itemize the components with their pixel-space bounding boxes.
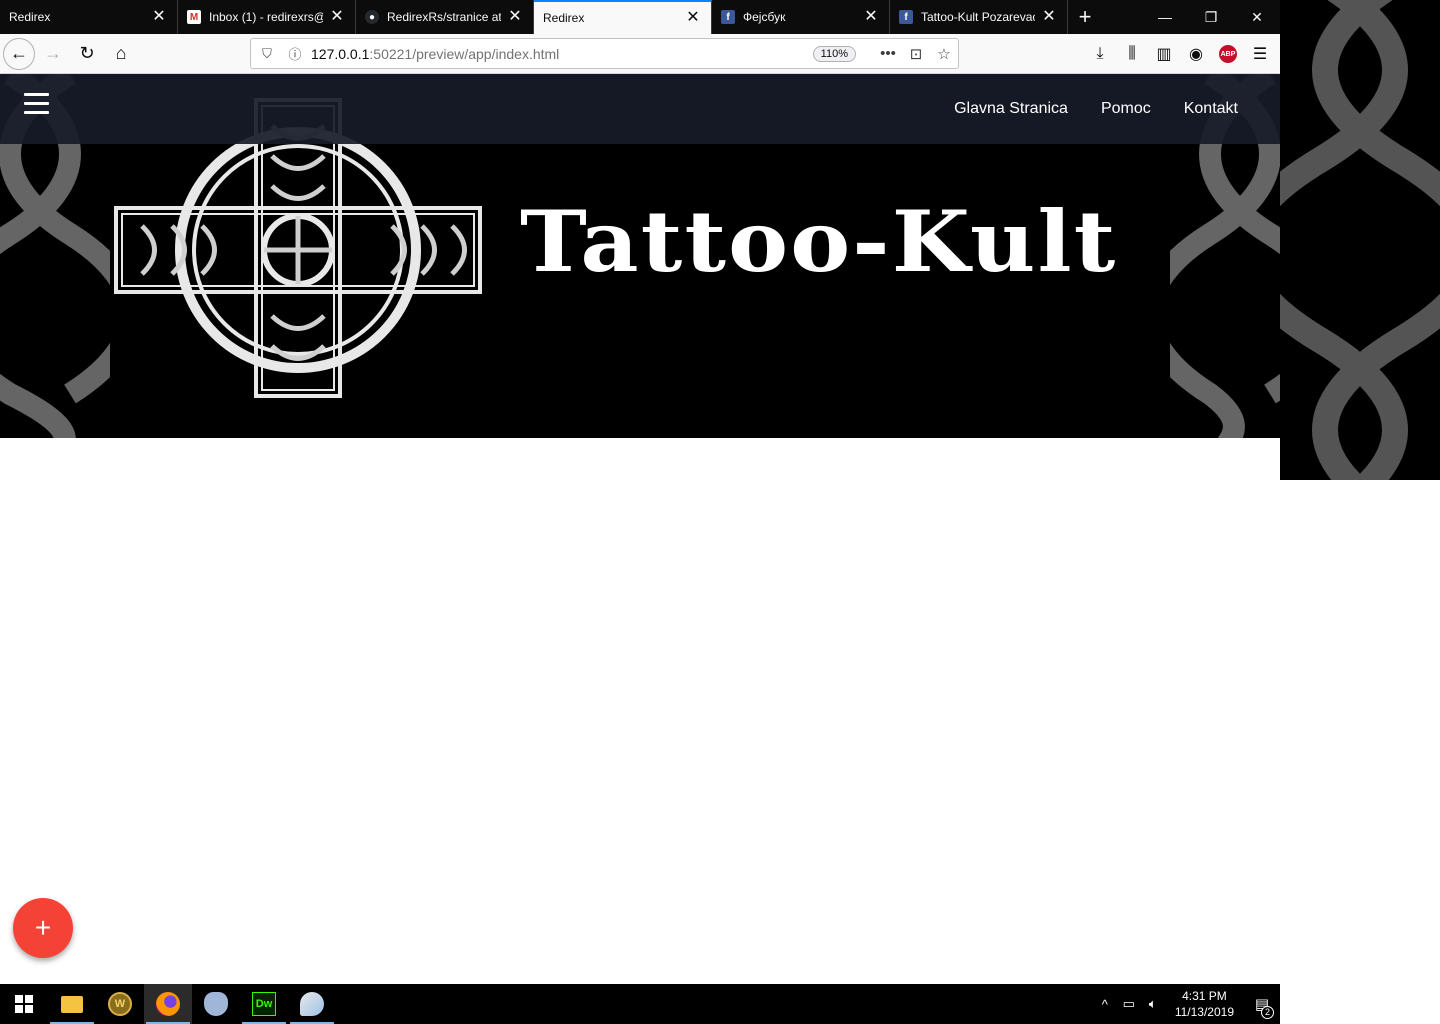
screen: Redirex ✕ M Inbox (1) - redirexrs@g ✕ ● … (0, 0, 1440, 1024)
tab-title: Фејсбук (743, 10, 786, 24)
downloads-icon[interactable]: ⤓ (1084, 38, 1116, 70)
file-explorer-icon[interactable] (48, 984, 96, 1024)
dreamweaver-icon[interactable]: Dw (240, 984, 288, 1024)
desktop-background-lower (1280, 480, 1440, 984)
tab-redirex-active[interactable]: Redirex ✕ (534, 0, 712, 34)
tab-tattoo-kult-facebook[interactable]: f Tattoo-Kult Pozarevac ✕ (890, 0, 1068, 34)
tab-facebook[interactable]: f Фејсбук ✕ (712, 0, 890, 34)
nav-link-home[interactable]: Glavna Stranica (954, 100, 1068, 118)
facebook-icon: f (721, 10, 735, 24)
clock-date: 11/13/2019 (1174, 1005, 1234, 1019)
toolbar-right: ⤓ ⫼ ▥ ◉ ABP ☰ (1084, 34, 1276, 74)
close-icon[interactable]: ✕ (685, 10, 701, 26)
zoom-level-badge[interactable]: 110% (812, 45, 856, 62)
tab-title: RedirexRs/stranice at r (387, 10, 501, 24)
site-info-icon[interactable]: ⓘ (283, 44, 307, 63)
minimize-icon[interactable]: — (1142, 0, 1188, 34)
bookmark-star-icon[interactable]: ☆ (930, 45, 958, 63)
tab-github[interactable]: ● RedirexRs/stranice at r ✕ (356, 0, 534, 34)
restore-icon[interactable]: ❐ (1188, 0, 1234, 34)
adblock-plus-icon[interactable]: ABP (1212, 38, 1244, 70)
new-tab-button[interactable]: + (1068, 0, 1102, 34)
tab-redirex-1[interactable]: Redirex ✕ (0, 0, 178, 34)
gmail-icon: M (187, 10, 201, 24)
close-icon[interactable]: ✕ (151, 9, 167, 25)
sidebar-icon[interactable]: ▥ (1148, 38, 1180, 70)
tab-title: Redirex (543, 11, 585, 25)
forward-icon[interactable]: → (37, 38, 69, 70)
close-icon[interactable]: ✕ (1041, 9, 1057, 25)
github-icon: ● (365, 10, 379, 24)
facebook-icon: f (899, 10, 913, 24)
nav-link-contact[interactable]: Kontakt (1184, 100, 1238, 118)
tab-title: Tattoo-Kult Pozarevac (921, 10, 1035, 24)
teamviewer-bear-icon[interactable] (192, 984, 240, 1024)
url-bar[interactable]: ⛉ ⓘ 127.0.0.1:50221/preview/app/index.ht… (250, 38, 959, 69)
action-center-icon[interactable]: ▤ 2 (1244, 995, 1280, 1019)
dreamweaver-label: Dw (252, 992, 276, 1016)
system-tray: ^ ▭ 🔈︎ 4:31 PM 11/13/2019 ▤ 2 (1093, 984, 1280, 1024)
desktop-background-corner (1280, 984, 1440, 1024)
windows-taskbar: W Dw ^ ▭ 🔈︎ 4:31 PM 11/13/2019 ▤ 2 (0, 984, 1280, 1024)
add-fab-button[interactable]: + (13, 898, 73, 958)
network-icon[interactable]: ▭ (1117, 996, 1141, 1012)
firefox-icon[interactable] (144, 984, 192, 1024)
site-header: Glavna Stranica Pomoc Kontakt (0, 74, 1280, 144)
close-icon[interactable]: ✕ (507, 9, 523, 25)
notification-count-badge: 2 (1261, 1006, 1274, 1019)
nav-link-help[interactable]: Pomoc (1101, 100, 1151, 118)
tab-title: Inbox (1) - redirexrs@g (209, 10, 323, 24)
brand-title: Tattoo-Kult (520, 192, 1118, 291)
window-controls: — ❐ ✕ (1142, 0, 1280, 34)
site-nav: Glavna Stranica Pomoc Kontakt (921, 74, 1238, 144)
volume-icon[interactable]: 🔈︎ (1141, 996, 1165, 1012)
back-icon[interactable]: ← (3, 37, 35, 70)
url-text[interactable]: 127.0.0.1:50221/preview/app/index.html (311, 46, 813, 62)
close-window-icon[interactable]: ✕ (1234, 0, 1280, 34)
world-of-warcraft-icon[interactable]: W (96, 984, 144, 1024)
tab-gmail[interactable]: M Inbox (1) - redirexrs@g ✕ (178, 0, 356, 34)
clock[interactable]: 4:31 PM 11/13/2019 (1175, 988, 1234, 1020)
windows-start-icon[interactable] (0, 984, 48, 1024)
close-icon[interactable]: ✕ (863, 9, 879, 25)
tab-title: Redirex (9, 10, 51, 24)
chevron-up-icon[interactable]: ^ (1093, 997, 1117, 1012)
url-path: :50221/preview/app/index.html (369, 45, 560, 62)
page-actions-icon[interactable]: ••• (874, 45, 902, 62)
paint-icon[interactable] (288, 984, 336, 1024)
hamburger-menu-button[interactable] (24, 93, 50, 119)
tab-strip: Redirex ✕ M Inbox (1) - redirexrs@g ✕ ● … (0, 0, 1280, 34)
account-icon[interactable]: ◉ (1180, 38, 1212, 70)
web-page: Tattoo-Kult Glavna Stranica Pomoc Kontak… (0, 74, 1280, 984)
navigation-toolbar: ← → ↻ ⌂ ⛉ ⓘ 127.0.0.1:50221/preview/app/… (0, 34, 1280, 74)
clock-time: 4:31 PM (1182, 989, 1227, 1003)
url-host: 127.0.0.1 (311, 45, 370, 62)
desktop-background-right (1280, 0, 1440, 480)
reload-icon[interactable]: ↻ (71, 38, 103, 70)
home-icon[interactable]: ⌂ (105, 38, 137, 70)
close-icon[interactable]: ✕ (329, 9, 345, 25)
hamburger-menu-icon[interactable]: ☰ (1244, 38, 1276, 70)
tracking-shield-icon[interactable]: ⛉ (255, 46, 279, 62)
hero-banner: Tattoo-Kult Glavna Stranica Pomoc Kontak… (0, 74, 1280, 438)
browser-window: Redirex ✕ M Inbox (1) - redirexrs@g ✕ ● … (0, 0, 1280, 984)
library-icon[interactable]: ⫼ (1116, 38, 1148, 70)
pocket-icon[interactable]: ⊡ (902, 45, 930, 63)
